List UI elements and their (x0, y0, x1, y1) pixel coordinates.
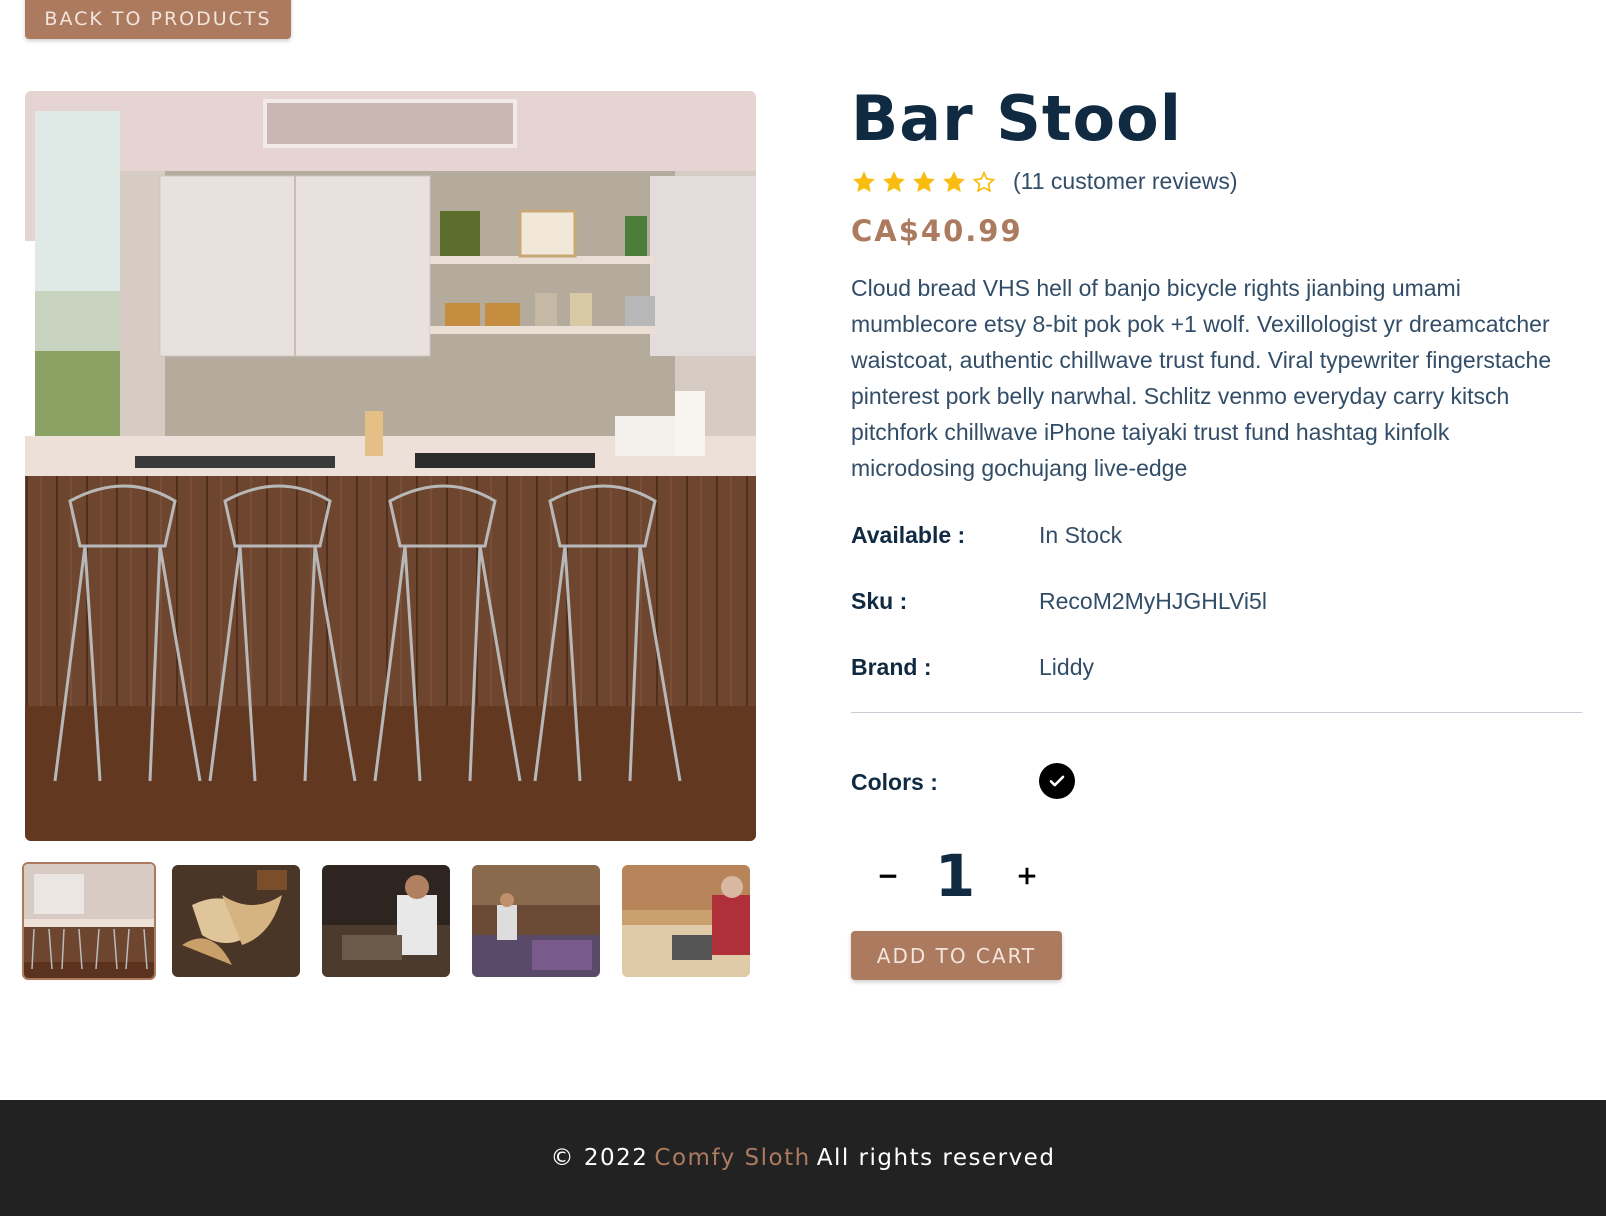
single-product-page: BACK TO PRODUCTS Bar Stool (11 customer … (0, 0, 1606, 1216)
add-to-cart-button[interactable]: ADD TO CART (851, 931, 1062, 980)
quantity-value: 1 (934, 842, 976, 910)
back-to-products-button[interactable]: BACK TO PRODUCTS (25, 0, 291, 39)
check-icon (1049, 775, 1065, 787)
plus-icon (1018, 867, 1036, 885)
color-swatch-black[interactable] (1039, 763, 1075, 799)
thumbnail-gallery (22, 862, 758, 980)
info-label: Available : (851, 522, 966, 548)
footer: © 2022 Comfy Sloth All rights reserved (0, 1100, 1606, 1216)
footer-rights: All rights reserved (816, 1145, 1056, 1171)
divider (851, 712, 1582, 713)
thumbnail-carpenter-laptop[interactable] (622, 865, 750, 977)
info-brand: Brand : Liddy (851, 654, 1094, 681)
thumbnail-kitchen-bar-stools[interactable] (22, 862, 156, 980)
increase-quantity-button[interactable] (1007, 856, 1047, 896)
decrease-quantity-button[interactable] (868, 856, 908, 896)
main-product-image (25, 91, 756, 841)
footer-brand: Comfy Sloth (654, 1145, 811, 1171)
star-full-icon (883, 170, 905, 192)
star-full-icon (913, 170, 935, 192)
reviews-count: (11 customer reviews) (1013, 168, 1238, 194)
info-label: Brand : (851, 654, 932, 680)
thumbnail-woodworker[interactable] (322, 865, 450, 977)
info-value: RecoM2MyHJGHLVi5l (1039, 588, 1267, 614)
star-empty-icon (972, 170, 996, 193)
thumbnail-wood-shavings[interactable] (172, 865, 300, 977)
info-value: In Stock (1039, 522, 1123, 548)
info-available: Available : In Stock (851, 522, 1122, 549)
footer-copyright: © 2022 (550, 1145, 649, 1171)
star-full-icon (943, 170, 965, 192)
star-full-icon (853, 170, 875, 192)
rating-stars: (11 customer reviews) (851, 168, 1238, 195)
thumbnail-workshop[interactable] (472, 865, 600, 977)
minus-icon (879, 874, 897, 878)
info-sku: Sku : RecoM2MyHJGHLVi5l (851, 588, 1267, 615)
product-description: Cloud bread VHS hell of banjo bicycle ri… (851, 275, 1552, 481)
colors-label: Colors : (851, 769, 938, 795)
product-title: Bar Stool (851, 82, 1182, 155)
info-label: Sku : (851, 588, 908, 614)
info-value: Liddy (1039, 654, 1094, 680)
product-price: CA$40.99 (851, 214, 1023, 248)
